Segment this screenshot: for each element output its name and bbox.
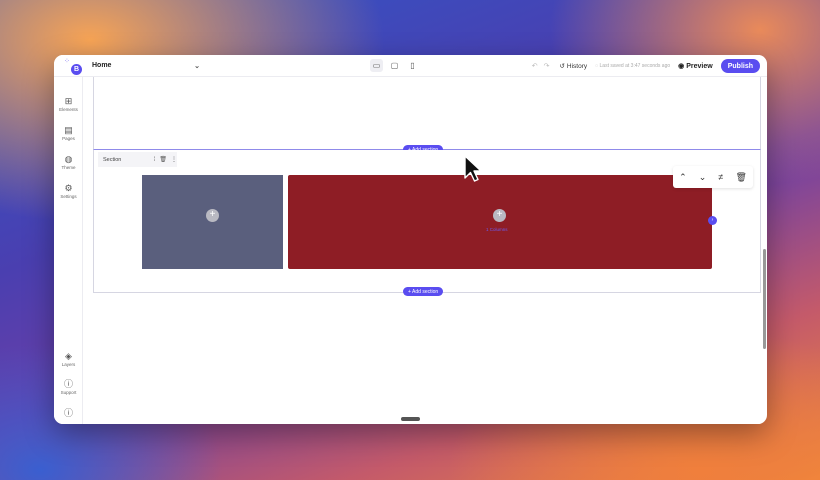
column-right[interactable]: + 1 Columns (288, 175, 712, 269)
sidebar-item-label: Layers (61, 362, 76, 367)
more-icon[interactable]: ⋮ (171, 156, 177, 163)
app-logo[interactable]: ⁘ B (64, 57, 82, 75)
move-up-icon[interactable]: ⌃ (679, 172, 687, 183)
add-element-plus-icon[interactable]: + (206, 209, 219, 222)
grid-icon: ⊞ (64, 96, 73, 106)
history-button[interactable]: ↺ History (559, 62, 588, 71)
gear-icon: ⚙ (64, 183, 73, 193)
layers-icon: ◈ (65, 351, 72, 361)
sidebar-item-label: Support (60, 390, 77, 395)
column-caption: 1 Columns (486, 227, 508, 232)
bottom-drag-handle[interactable] (401, 417, 420, 421)
left-sidebar: ⊞ Elements ▤ Pages ◍ Theme ⚙ Settings ◈ … (54, 77, 83, 424)
page-selector[interactable]: Home ⌄ (92, 58, 200, 74)
drag-handle-icon[interactable]: ⁞ (154, 157, 156, 163)
sidebar-item-elements[interactable]: ⊞ Elements (54, 96, 83, 112)
move-down-icon[interactable]: ⌄ (699, 172, 707, 183)
sidebar-item-theme[interactable]: ◍ Theme (54, 154, 83, 170)
preview-label: Preview (686, 62, 713, 70)
page-selector-value: Home (92, 62, 112, 69)
chevron-down-icon: ⌄ (194, 62, 200, 70)
undo-redo-icons[interactable]: ↶ ↷ (532, 62, 552, 70)
history-label: History (566, 62, 588, 70)
logo-badge: B (71, 63, 82, 75)
sidebar-item-label: Pages (62, 136, 75, 141)
section-label-bar: Section ⁞ 🗑 ⋮ (98, 152, 177, 167)
column-left[interactable]: + (142, 175, 283, 269)
sidebar-item-label: Settings (60, 194, 77, 199)
sidebar-item-support[interactable]: ⓘ Support (54, 379, 83, 395)
history-icon: ↺ (559, 63, 565, 70)
top-toolbar: ⁘ B Home ⌄ ▭ ▢ ▯ ↶ ↷ ↺ History ◌ Last sa… (54, 55, 767, 77)
adjust-icon[interactable]: ≠ (718, 172, 723, 182)
tablet-view-icon[interactable]: ▢ (388, 59, 401, 72)
mobile-view-icon[interactable]: ▯ (406, 59, 419, 72)
trash-icon[interactable]: 🗑 (159, 156, 167, 163)
page-icon: ▤ (64, 125, 73, 135)
editor-canvas: + Add section Section ⁞ 🗑 ⋮ + + 1 Column… (93, 77, 761, 424)
info-icon: ⓘ (63, 408, 73, 418)
section-label-text: Section (103, 156, 122, 163)
help-icon: ⓘ (63, 379, 73, 389)
sidebar-item-pages[interactable]: ▤ Pages (54, 125, 83, 141)
sidebar-item-settings[interactable]: ⚙ Settings (54, 183, 83, 199)
trash-icon[interactable]: 🗑 (735, 172, 746, 183)
section-toolbar: ⌃ ⌄ ≠ 🗑 (673, 166, 753, 188)
sidebar-item-label: Theme (61, 165, 76, 170)
logo-dots-icon: ⁘ (64, 57, 70, 65)
desktop-view-icon[interactable]: ▭ (370, 59, 383, 72)
save-status: ◌ Last saved at 3:47 seconds ago (595, 63, 670, 69)
save-status-text: Last saved at 3:47 seconds ago (599, 63, 671, 69)
sidebar-item-layers[interactable]: ◈ Layers (54, 351, 83, 367)
eye-icon: ◉ (678, 63, 685, 70)
window-scrollbar[interactable] (763, 249, 766, 349)
palette-icon: ◍ (64, 154, 73, 164)
selected-section[interactable]: Section ⁞ 🗑 ⋮ + + 1 Columns › (93, 150, 761, 293)
mouse-cursor-icon (464, 155, 482, 182)
sidebar-item-info[interactable]: ⓘ (54, 408, 83, 418)
editor-window: ⁘ B Home ⌄ ▭ ▢ ▯ ↶ ↷ ↺ History ◌ Last sa… (54, 55, 767, 424)
resize-handle-icon[interactable]: › (708, 216, 717, 225)
add-section-button[interactable]: + Add section (403, 287, 444, 296)
sidebar-item-label: Elements (59, 107, 78, 112)
preview-button[interactable]: ◉ Preview (678, 62, 713, 71)
device-switcher: ▭ ▢ ▯ (370, 59, 419, 72)
add-element-plus-icon[interactable]: + (493, 209, 506, 222)
section-above[interactable] (93, 77, 761, 150)
toolbar-actions: ↶ ↷ ↺ History ◌ Last saved at 3:47 secon… (532, 58, 760, 74)
publish-button[interactable]: Publish (720, 59, 760, 73)
